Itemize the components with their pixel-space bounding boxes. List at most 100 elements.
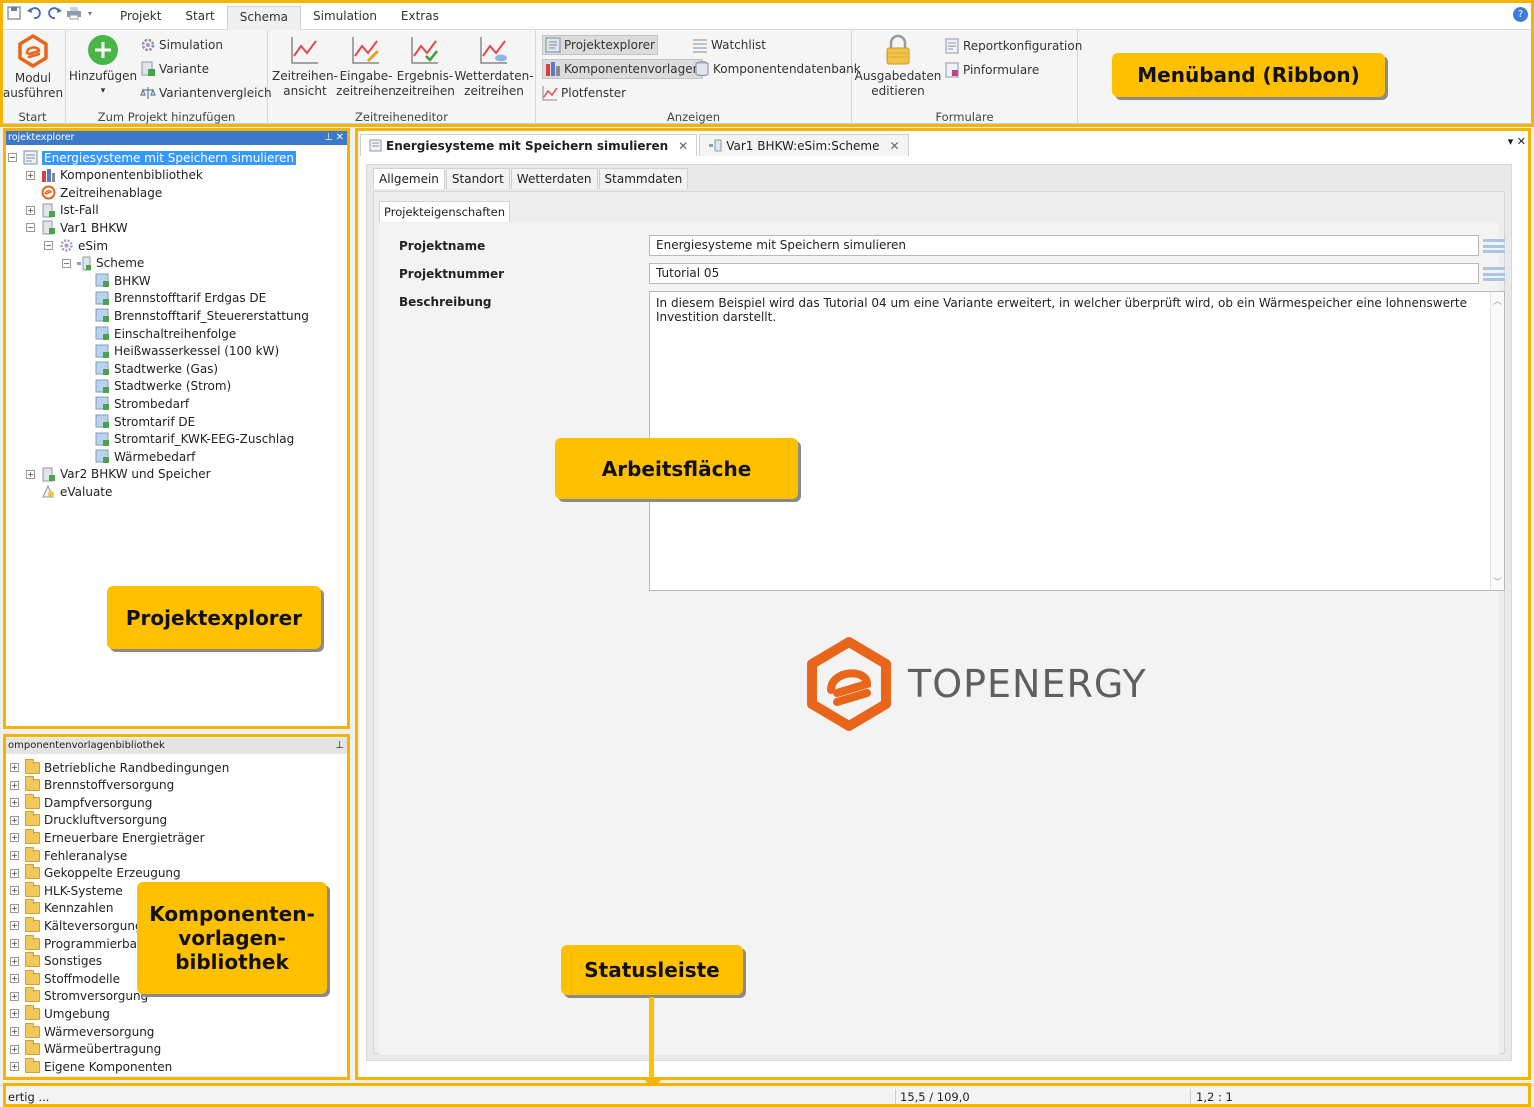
projektnummer-input[interactable]: Tutorial 05 xyxy=(649,263,1479,284)
tab-schema[interactable]: Schema xyxy=(226,6,301,30)
close-icon[interactable]: ✕ xyxy=(890,139,900,153)
explorer-tree-item[interactable]: + Ist-Fall xyxy=(26,202,99,219)
library-folder-item[interactable]: + Wärmeversorgung xyxy=(10,1022,154,1040)
tab-wetterdaten[interactable]: Wetterdaten xyxy=(510,168,598,189)
save-icon[interactable] xyxy=(6,5,22,21)
expand-icon[interactable]: + xyxy=(10,1027,19,1036)
document-tab-project[interactable]: Energiesysteme mit Speichern simulieren … xyxy=(360,134,698,156)
modul-ausfuehren-button[interactable]: Modul ausführen xyxy=(3,34,63,101)
expand-icon[interactable]: + xyxy=(10,1044,19,1054)
tab-projekteigenschaften[interactable]: Projekteigenschaften xyxy=(379,201,510,222)
variantenvergleich-button[interactable]: Variantenvergleich xyxy=(140,83,272,103)
library-folder-item[interactable]: + Wärmeübertragung xyxy=(10,1040,161,1058)
print-icon[interactable] xyxy=(66,5,82,21)
library-folder-item[interactable]: + Gekoppelte Erzeugung xyxy=(10,864,181,882)
close-icon[interactable]: ✕ xyxy=(678,139,688,153)
expand-icon[interactable]: + xyxy=(26,205,35,215)
textarea-scrollbar[interactable]: ︿ ﹀ xyxy=(1490,292,1504,590)
help-icon[interactable]: ? xyxy=(1513,7,1528,22)
close-icon[interactable]: ✕ xyxy=(336,131,344,145)
zeitreihenansicht-button[interactable]: Zeitreihen- ansicht xyxy=(272,34,338,99)
tab-simulation[interactable]: Simulation xyxy=(301,6,389,30)
ausgabedaten-editieren-button[interactable]: Ausgabedaten editieren xyxy=(855,34,941,99)
expand-icon[interactable]: + xyxy=(10,921,19,931)
expand-icon[interactable]: + xyxy=(10,974,19,984)
explorer-tree-item[interactable]: Zeitreihenablage xyxy=(26,184,162,201)
library-folder-item[interactable]: + Stromversorgung xyxy=(10,987,148,1005)
library-folder-item[interactable]: + Erneuerbare Energieträger xyxy=(10,828,205,846)
eingabezeitreihen-button[interactable]: Eingabe- zeitreihen xyxy=(336,34,396,99)
redo-icon[interactable] xyxy=(46,5,62,21)
collapse-icon[interactable]: − xyxy=(44,241,53,250)
variante-button[interactable]: Variante xyxy=(140,59,209,79)
explorer-tree-item[interactable]: Wärmebedarf xyxy=(80,448,195,465)
collapse-icon[interactable]: − xyxy=(8,153,17,162)
explorer-tree-item[interactable]: − eSim xyxy=(44,237,108,254)
explorer-tree-item[interactable]: Heißwasserkessel (100 kW) xyxy=(80,343,279,360)
tab-projekt[interactable]: Projekt xyxy=(108,6,173,30)
explorer-tree-item[interactable]: − Energiesysteme mit Speichern simulieren xyxy=(8,149,297,166)
ergebniszeitreihen-button[interactable]: Ergebnis- zeitreihen xyxy=(395,34,455,99)
library-folder-item[interactable]: + Umgebung xyxy=(10,1004,110,1022)
explorer-tree-item[interactable]: − Scheme xyxy=(62,255,144,272)
explorer-tree-item[interactable]: Stadtwerke (Gas) xyxy=(80,360,218,377)
library-folder-item[interactable]: + Stoffmodelle xyxy=(10,969,120,987)
expand-icon[interactable]: + xyxy=(10,991,19,1001)
expand-icon[interactable]: + xyxy=(10,886,19,896)
expand-icon[interactable]: + xyxy=(10,1062,19,1072)
library-folder-item[interactable]: + Programmierbare xyxy=(10,934,149,952)
expand-icon[interactable]: + xyxy=(10,851,19,860)
undo-icon[interactable] xyxy=(26,5,42,21)
document-tab-scheme[interactable]: Var1 BHKW:eSim:Scheme ✕ xyxy=(699,134,909,156)
customize-dropdown-icon[interactable]: ▾ xyxy=(86,5,94,21)
expand-icon[interactable]: + xyxy=(10,956,19,966)
expand-icon[interactable]: + xyxy=(10,763,19,772)
plotfenster-button[interactable]: Plotfenster xyxy=(542,83,626,103)
expand-icon[interactable]: + xyxy=(10,833,19,843)
explorer-tree-item[interactable]: Stromtarif_KWK-EEG-Zuschlag xyxy=(80,431,294,448)
expand-icon[interactable]: + xyxy=(26,170,35,180)
tab-standort[interactable]: Standort xyxy=(445,168,510,189)
field-menu-icon[interactable] xyxy=(1483,267,1505,281)
wetterdatenzeitreihen-button[interactable]: Wetterdaten- zeitreihen xyxy=(454,34,534,99)
komponentenvorlagen-toggle[interactable]: Komponentenvorlagen xyxy=(542,59,704,79)
explorer-tree-item[interactable]: − Var1 BHKW xyxy=(26,219,128,236)
explorer-tree-item[interactable]: + Komponentenbibliothek xyxy=(26,167,203,184)
library-folder-item[interactable]: + Sonstiges xyxy=(10,952,102,970)
expand-icon[interactable]: + xyxy=(10,903,19,913)
library-folder-item[interactable]: + Eigene Komponenten xyxy=(10,1057,172,1075)
tab-allgemein[interactable]: Allgemein xyxy=(373,168,445,189)
library-folder-item[interactable]: + HLK-Systeme xyxy=(10,881,123,899)
library-folder-item[interactable]: + Betriebliche Randbedingungen xyxy=(10,758,229,776)
expand-icon[interactable]: + xyxy=(10,868,19,878)
scroll-down-icon[interactable]: ﹀ xyxy=(1493,575,1502,588)
watchlist-button[interactable]: Watchlist xyxy=(692,35,766,55)
collapse-icon[interactable]: − xyxy=(62,258,71,268)
collapse-icon[interactable]: − xyxy=(26,223,35,233)
pin-icon[interactable]: ⊥ xyxy=(335,738,344,754)
simulation-button[interactable]: Simulation xyxy=(140,35,223,55)
expand-icon[interactable]: + xyxy=(10,815,19,825)
explorer-tree-item[interactable]: Brennstofftarif Erdgas DE xyxy=(80,290,266,307)
library-folder-item[interactable]: + Kälteversorgung xyxy=(10,916,143,934)
scroll-up-icon[interactable]: ︿ xyxy=(1493,294,1502,307)
explorer-tree-item[interactable]: Strombedarf xyxy=(80,395,189,412)
explorer-tree-item[interactable]: Stadtwerke (Strom) xyxy=(80,378,231,395)
library-folder-item[interactable]: + Fehleranalyse xyxy=(10,846,127,864)
expand-icon[interactable]: + xyxy=(26,469,35,479)
library-folder-item[interactable]: + Brennstoffversorgung xyxy=(10,776,174,794)
explorer-tree-item[interactable]: BHKW xyxy=(80,272,151,289)
library-folder-item[interactable]: + Dampfversorgung xyxy=(10,793,152,811)
expand-icon[interactable]: + xyxy=(10,780,19,790)
hinzufuegen-button[interactable]: Hinzufügen ▾ xyxy=(69,34,137,99)
projektname-input[interactable]: Energiesysteme mit Speichern simulieren xyxy=(649,235,1479,256)
pinformulare-button[interactable]: Pinformulare xyxy=(944,60,1039,80)
tab-stammdaten[interactable]: Stammdaten xyxy=(598,168,689,189)
library-folder-item[interactable]: + Druckluftversorgung xyxy=(10,811,167,829)
expand-icon[interactable]: + xyxy=(10,798,19,808)
explorer-tree-item[interactable]: Brennstofftarif_Steuererstattung xyxy=(80,307,309,324)
field-menu-icon[interactable] xyxy=(1483,239,1505,253)
explorer-tree-item[interactable]: Einschaltreihenfolge xyxy=(80,325,236,342)
reportkonfiguration-button[interactable]: Reportkonfiguration xyxy=(944,36,1082,56)
expand-icon[interactable]: + xyxy=(10,1009,19,1019)
